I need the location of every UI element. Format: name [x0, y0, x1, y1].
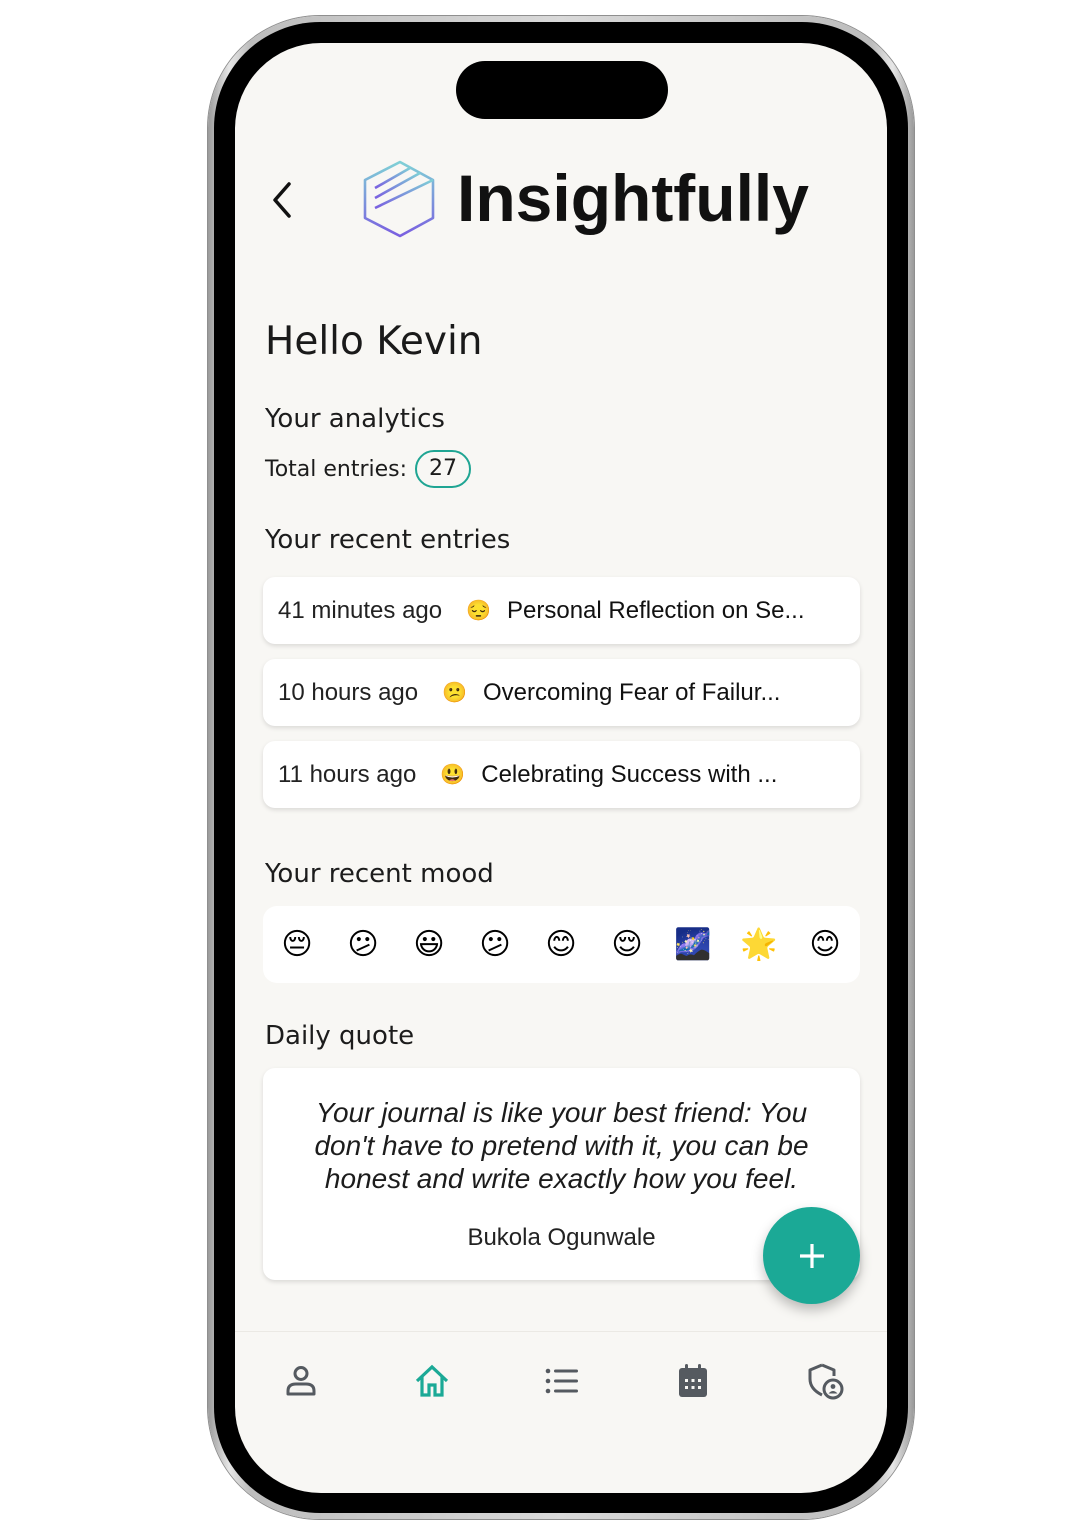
- person-icon: [286, 1366, 316, 1396]
- mood-emoji-icon[interactable]: 🌌: [674, 927, 712, 962]
- calendar-icon: [679, 1364, 707, 1397]
- entry-card[interactable]: 41 minutes ago 😔 Personal Reflection on …: [263, 577, 860, 644]
- entry-title: Personal Reflection on Se...: [507, 596, 805, 624]
- mood-emoji-icon[interactable]: 😊: [542, 927, 580, 962]
- hexagon-stripes-logo-icon: [363, 160, 435, 238]
- mood-emoji-icon[interactable]: 🌟: [740, 927, 778, 962]
- entry-card[interactable]: 11 hours ago 😃 Celebrating Success with …: [263, 741, 860, 808]
- mood-emoji-icon[interactable]: 😃: [410, 927, 448, 962]
- home-icon: [415, 1364, 449, 1397]
- back-button[interactable]: [262, 178, 302, 222]
- bottom-nav-divider: [235, 1331, 887, 1332]
- nav-item-calendar[interactable]: [663, 1356, 723, 1406]
- total-entries-row: Total entries: 27: [265, 450, 472, 488]
- greeting-heading: Hello Kevin: [265, 319, 483, 364]
- mood-emoji-icon[interactable]: 😌: [608, 927, 646, 962]
- mood-emoji-icon[interactable]: 😕: [344, 927, 382, 962]
- recent-mood-strip: 😔 😕 😃 😕 😊 😌 🌌 🌟 😊: [263, 906, 860, 983]
- add-entry-button[interactable]: [763, 1207, 860, 1304]
- analytics-heading: Your analytics: [265, 404, 445, 434]
- dynamic-island: [456, 61, 668, 119]
- nav-item-entries[interactable]: [532, 1356, 592, 1406]
- mood-emoji-icon[interactable]: 😕: [476, 927, 514, 962]
- nav-item-profile[interactable]: [271, 1356, 331, 1406]
- entry-mood-emoji-icon: 😔: [466, 600, 492, 622]
- shield-user-icon: [808, 1363, 844, 1400]
- mood-emoji-icon[interactable]: 😔: [278, 927, 316, 962]
- app-title: Insightfully: [457, 161, 809, 235]
- total-entries-label: Total entries:: [265, 456, 408, 482]
- total-entries-count-badge: 27: [415, 450, 472, 488]
- nav-item-privacy[interactable]: [795, 1356, 855, 1406]
- entry-card[interactable]: 10 hours ago 😕 Overcoming Fear of Failur…: [263, 659, 860, 726]
- plus-icon: [799, 1243, 824, 1268]
- chevron-left-icon: [273, 182, 291, 218]
- entry-time: 41 minutes ago: [278, 596, 443, 624]
- app-logo: [360, 158, 438, 240]
- daily-quote-heading: Daily quote: [265, 1021, 415, 1051]
- list-icon: [545, 1368, 578, 1394]
- recent-entries-heading: Your recent entries: [265, 525, 511, 555]
- entry-title: Celebrating Success with ...: [481, 760, 778, 788]
- entry-time: 10 hours ago: [278, 678, 419, 706]
- entry-mood-emoji-icon: 😕: [442, 682, 468, 704]
- entry-title: Overcoming Fear of Failur...: [483, 678, 781, 706]
- entry-time: 11 hours ago: [278, 760, 417, 788]
- entry-mood-emoji-icon: 😃: [440, 764, 466, 786]
- recent-mood-heading: Your recent mood: [265, 859, 494, 889]
- mood-emoji-icon[interactable]: 😊: [806, 927, 844, 962]
- nav-item-home[interactable]: [402, 1356, 462, 1406]
- quote-text: Your journal is like your best friend: Y…: [314, 1097, 809, 1194]
